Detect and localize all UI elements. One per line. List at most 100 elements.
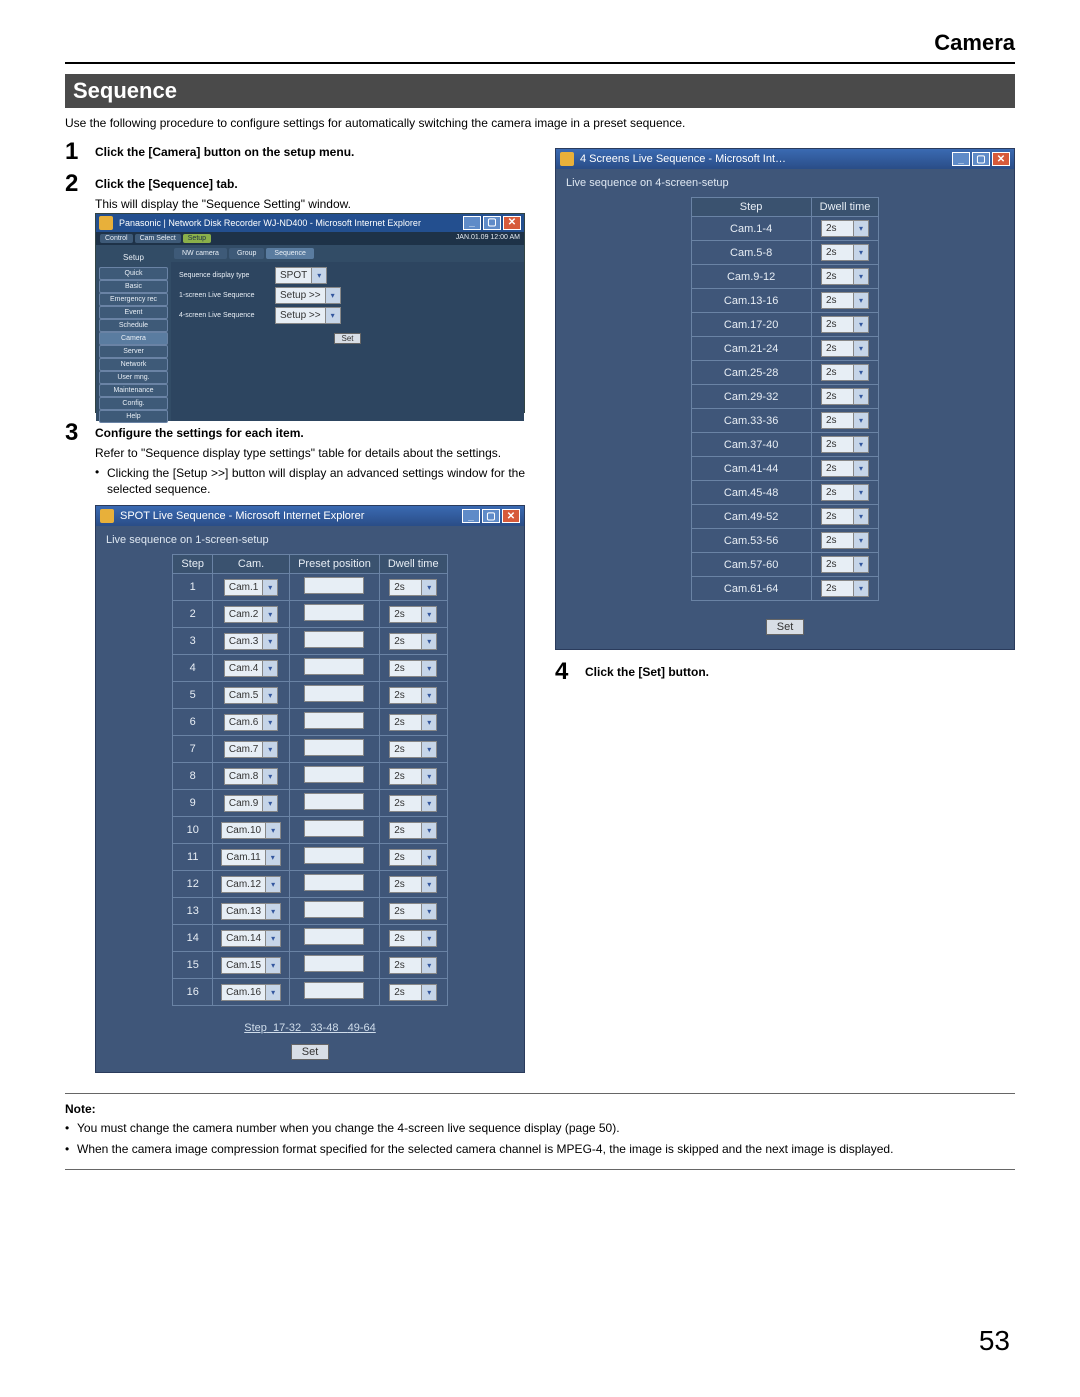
chevron-down-icon[interactable]: ▾ xyxy=(421,877,436,892)
close-icon[interactable]: ✕ xyxy=(992,152,1010,166)
chevron-down-icon[interactable]: ▾ xyxy=(421,607,436,622)
select-input[interactable]: Cam.7▾ xyxy=(224,741,278,758)
close-icon[interactable]: ✕ xyxy=(502,509,520,523)
set-button[interactable]: Set xyxy=(291,1044,330,1060)
top-tab[interactable]: Control xyxy=(100,234,133,243)
chevron-down-icon[interactable]: ▾ xyxy=(853,437,868,452)
tab[interactable]: Group xyxy=(229,248,264,259)
preset-input[interactable] xyxy=(304,928,364,945)
select-input[interactable]: 2s▾ xyxy=(389,876,437,893)
chevron-down-icon[interactable]: ▾ xyxy=(262,688,277,703)
chevron-down-icon[interactable]: ▾ xyxy=(853,293,868,308)
chevron-down-icon[interactable]: ▾ xyxy=(262,796,277,811)
select-input[interactable]: 2s▾ xyxy=(389,606,437,623)
pager-link[interactable]: 17-32 xyxy=(273,1022,301,1034)
chevron-down-icon[interactable]: ▾ xyxy=(421,904,436,919)
preset-input[interactable] xyxy=(304,901,364,918)
preset-input[interactable] xyxy=(304,820,364,837)
select-input[interactable]: SPOT▾ xyxy=(275,267,327,284)
chevron-down-icon[interactable]: ▾ xyxy=(265,931,280,946)
minimize-icon[interactable]: _ xyxy=(952,152,970,166)
chevron-down-icon[interactable]: ▾ xyxy=(265,904,280,919)
chevron-down-icon[interactable]: ▾ xyxy=(262,580,277,595)
set-button[interactable]: Set xyxy=(766,619,805,635)
chevron-down-icon[interactable]: ▾ xyxy=(421,688,436,703)
pager-link[interactable]: 33-48 xyxy=(310,1022,338,1034)
sidebar-item[interactable]: Camera xyxy=(99,332,168,345)
chevron-down-icon[interactable]: ▾ xyxy=(421,715,436,730)
chevron-down-icon[interactable]: ▾ xyxy=(853,413,868,428)
sidebar-item[interactable]: Event xyxy=(99,306,168,319)
maximize-icon[interactable]: ▢ xyxy=(483,216,501,230)
chevron-down-icon[interactable]: ▾ xyxy=(262,661,277,676)
chevron-down-icon[interactable]: ▾ xyxy=(421,769,436,784)
select-input[interactable]: 2s▾ xyxy=(389,822,437,839)
select-input[interactable]: 2s▾ xyxy=(821,484,869,501)
chevron-down-icon[interactable]: ▾ xyxy=(421,661,436,676)
sidebar-item[interactable]: Config. xyxy=(99,397,168,410)
chevron-down-icon[interactable]: ▾ xyxy=(262,715,277,730)
chevron-down-icon[interactable]: ▾ xyxy=(853,365,868,380)
select-input[interactable]: 2s▾ xyxy=(821,220,869,237)
select-input[interactable]: 2s▾ xyxy=(821,532,869,549)
sidebar-item[interactable]: Quick xyxy=(99,267,168,280)
preset-input[interactable] xyxy=(304,793,364,810)
select-input[interactable]: Cam.6▾ xyxy=(224,714,278,731)
select-input[interactable]: 2s▾ xyxy=(821,340,869,357)
chevron-down-icon[interactable]: ▾ xyxy=(325,288,340,303)
chevron-down-icon[interactable]: ▾ xyxy=(265,958,280,973)
minimize-icon[interactable]: _ xyxy=(463,216,481,230)
select-input[interactable]: Cam.4▾ xyxy=(224,660,278,677)
select-input[interactable]: Cam.13▾ xyxy=(221,903,281,920)
select-input[interactable]: Cam.15▾ xyxy=(221,957,281,974)
select-input[interactable]: Cam.2▾ xyxy=(224,606,278,623)
sidebar-item[interactable]: Server xyxy=(99,345,168,358)
select-input[interactable]: 2s▾ xyxy=(821,364,869,381)
select-input[interactable]: 2s▾ xyxy=(821,292,869,309)
select-input[interactable]: 2s▾ xyxy=(821,244,869,261)
chevron-down-icon[interactable]: ▾ xyxy=(853,341,868,356)
preset-input[interactable] xyxy=(304,712,364,729)
select-input[interactable]: Cam.11▾ xyxy=(221,849,280,866)
preset-input[interactable] xyxy=(304,955,364,972)
sidebar-item[interactable]: Network xyxy=(99,358,168,371)
chevron-down-icon[interactable]: ▾ xyxy=(853,557,868,572)
select-input[interactable]: 2s▾ xyxy=(821,460,869,477)
chevron-down-icon[interactable]: ▾ xyxy=(421,580,436,595)
chevron-down-icon[interactable]: ▾ xyxy=(421,958,436,973)
select-input[interactable]: 2s▾ xyxy=(821,388,869,405)
chevron-down-icon[interactable]: ▾ xyxy=(262,742,277,757)
chevron-down-icon[interactable]: ▾ xyxy=(853,245,868,260)
select-input[interactable]: 2s▾ xyxy=(389,984,437,1001)
select-input[interactable]: Cam.1▾ xyxy=(224,579,278,596)
select-input[interactable]: 2s▾ xyxy=(821,316,869,333)
chevron-down-icon[interactable]: ▾ xyxy=(421,823,436,838)
top-tab[interactable]: Cam Select xyxy=(135,234,181,243)
select-input[interactable]: 2s▾ xyxy=(389,741,437,758)
select-input[interactable]: 2s▾ xyxy=(389,795,437,812)
sidebar-item[interactable]: User mng. xyxy=(99,371,168,384)
chevron-down-icon[interactable]: ▾ xyxy=(853,269,868,284)
preset-input[interactable] xyxy=(304,874,364,891)
chevron-down-icon[interactable]: ▾ xyxy=(421,985,436,1000)
top-tab[interactable]: Setup xyxy=(183,234,211,243)
preset-input[interactable] xyxy=(304,982,364,999)
select-input[interactable]: 2s▾ xyxy=(821,556,869,573)
select-input[interactable]: 2s▾ xyxy=(821,580,869,597)
chevron-down-icon[interactable]: ▾ xyxy=(421,931,436,946)
chevron-down-icon[interactable]: ▾ xyxy=(265,823,280,838)
select-input[interactable]: 2s▾ xyxy=(821,508,869,525)
select-input[interactable]: 2s▾ xyxy=(389,903,437,920)
select-input[interactable]: Setup >>▾ xyxy=(275,287,341,304)
select-input[interactable]: 2s▾ xyxy=(389,660,437,677)
select-input[interactable]: 2s▾ xyxy=(389,849,437,866)
chevron-down-icon[interactable]: ▾ xyxy=(311,268,326,283)
preset-input[interactable] xyxy=(304,766,364,783)
maximize-icon[interactable]: ▢ xyxy=(972,152,990,166)
sidebar-item[interactable]: Emergency rec xyxy=(99,293,168,306)
close-icon[interactable]: ✕ xyxy=(503,216,521,230)
chevron-down-icon[interactable]: ▾ xyxy=(325,308,340,323)
select-input[interactable]: Cam.5▾ xyxy=(224,687,278,704)
select-input[interactable]: 2s▾ xyxy=(389,714,437,731)
preset-input[interactable] xyxy=(304,685,364,702)
